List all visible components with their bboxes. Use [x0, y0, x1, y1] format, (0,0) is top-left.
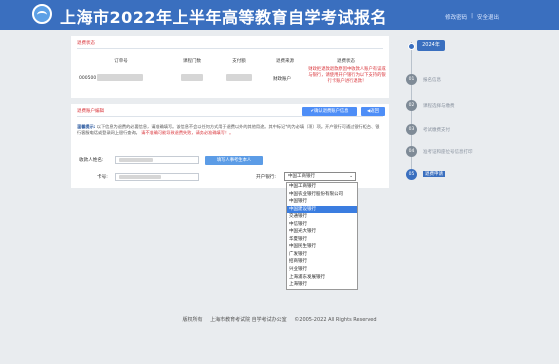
footer-years: ©2005-2022 All Rights Reserved — [294, 317, 377, 323]
step-refund-application[interactable]: 05 退费申请 — [403, 169, 483, 180]
bank-option-highlighted[interactable]: 中国建设银行 — [287, 205, 357, 214]
column-refund-source: 退费来源 — [276, 59, 294, 64]
bank-select[interactable]: 中国工商银行 ⌄ — [284, 172, 356, 181]
redacted-payee-name — [119, 158, 153, 162]
column-course-count: 课程门数 — [183, 59, 201, 64]
bank-option[interactable]: 兴业银行 — [287, 266, 357, 274]
change-password-link[interactable]: 修改密码 — [445, 13, 467, 21]
bank-option[interactable]: 招商银行 — [287, 258, 357, 266]
bank-option[interactable]: 中国银行 — [287, 198, 357, 206]
payee-name-input[interactable] — [115, 156, 199, 164]
year-badge: 2024年 — [417, 40, 445, 51]
bank-label: 开户银行: — [256, 175, 276, 180]
bank-option[interactable]: 华夏银行 — [287, 236, 357, 244]
section-divider — [77, 48, 383, 49]
order-number: 000500 — [79, 76, 97, 81]
chevron-down-icon: ⌄ — [349, 174, 353, 179]
column-order-no: 订单号 — [114, 59, 128, 64]
back-button[interactable]: ◀返回 — [361, 107, 385, 116]
step-admission-ticket[interactable]: 04 准考证和座位号信息打印 — [403, 146, 483, 157]
page-footer: 版权所有 上海市教育考试院 自学考试办公室 ©2005-2022 All Rig… — [0, 316, 559, 323]
bank-option[interactable]: 中国工商银行 — [287, 183, 357, 191]
step-number: 04 — [406, 146, 417, 157]
bank-option[interactable]: 中国民生银行 — [287, 243, 357, 251]
step-number: 01 — [406, 74, 417, 85]
notice-text: 温馨提示: 以下信息为退费的必要信息，请准确填写。该信息不会以任何方式用于退费以… — [77, 124, 383, 137]
refund-status-card: 退费状态 订单号 课程门数 支付额 退费来源 退费状态 000500 财政账户 … — [71, 36, 389, 98]
step-exam-payment[interactable]: 03 考试缴费支付 — [403, 124, 483, 135]
year-marker-icon — [408, 43, 415, 50]
site-title: 上海市2022年上半年高等教育自学考试报名 — [60, 8, 388, 27]
bank-option[interactable]: 上海银行 — [287, 281, 357, 289]
step-course-selection[interactable]: 02 课程选择与缴费 — [403, 100, 483, 111]
step-registration-info[interactable]: 01 报名信息 — [403, 74, 483, 85]
bank-option[interactable]: 中国农业银行股份有限公司 — [287, 191, 357, 199]
bank-option[interactable]: 广发银行 — [287, 251, 357, 259]
column-refund-status: 退费状态 — [337, 59, 355, 64]
section-divider — [77, 116, 383, 117]
redacted-course-count — [181, 74, 203, 81]
site-header: 上海市2022年上半年高等教育自学考试报名 修改密码 | 安全退出 — [0, 0, 559, 30]
header-link-separator: | — [471, 13, 473, 19]
refund-source: 财政账户 — [273, 77, 291, 82]
header-links: 修改密码 | 安全退出 — [445, 13, 499, 21]
bank-option[interactable]: 中国光大银行 — [287, 228, 357, 236]
bank-dropdown-list[interactable]: 中国工商银行 中国农业银行股份有限公司 中国银行 中国建设银行 交通银行 中信银… — [286, 182, 358, 290]
step-label: 退费申请 — [423, 171, 445, 177]
logo-icon — [32, 4, 52, 24]
step-label: 考试缴费支付 — [423, 128, 450, 133]
logout-link[interactable]: 安全退出 — [477, 13, 499, 21]
step-label: 课程选择与缴费 — [423, 104, 455, 109]
bank-option[interactable]: 交通银行 — [287, 213, 357, 221]
refund-status-message: 财政拒退款退款原因中收款人账户有误或与银行，请使用开户银行为以下支持的银行卡账户… — [308, 67, 386, 85]
payee-name-label: 收款人姓名: — [79, 158, 104, 163]
refund-account-card: 退费账户编辑 ✔确认退费账户信息 ◀返回 温馨提示: 以下信息为退费的必要信息，… — [71, 104, 389, 188]
step-number: 02 — [406, 100, 417, 111]
bank-selected-value: 中国工商银行 — [288, 174, 315, 179]
refund-status-title: 退费状态 — [77, 41, 95, 46]
card-number-label: 卡号: — [97, 175, 108, 180]
redacted-card-number — [119, 175, 161, 179]
redacted-payment — [226, 74, 252, 81]
footer-org: 上海市教育考试院 自学考试办公室 — [210, 317, 287, 323]
step-number: 05 — [406, 169, 417, 180]
step-label: 报名信息 — [423, 78, 441, 83]
redacted-order-number — [97, 74, 143, 81]
step-label: 准考证和座位号信息打印 — [423, 150, 473, 155]
bank-option[interactable]: 中信银行 — [287, 221, 357, 229]
step-number: 03 — [406, 124, 417, 135]
progress-steps: 2024年 01 报名信息 02 课程选择与缴费 03 考试缴费支付 04 准考… — [403, 30, 483, 190]
confirm-refund-account-button[interactable]: ✔确认退费账户信息 — [302, 107, 357, 116]
footer-copyright: 版权所有 — [182, 317, 203, 323]
notice-warning: 请不准确可能导致退费失败，请务必准确填写！。 — [141, 130, 234, 136]
column-payment: 支付额 — [232, 59, 246, 64]
notice-label: 温馨提示: — [77, 124, 96, 129]
bank-option[interactable]: 上海浦东发展银行 — [287, 274, 357, 282]
refund-account-title: 退费账户编辑 — [77, 109, 104, 114]
card-number-input[interactable] — [115, 173, 199, 181]
fill-self-button[interactable]: 填写人事考生本人 — [205, 156, 263, 165]
